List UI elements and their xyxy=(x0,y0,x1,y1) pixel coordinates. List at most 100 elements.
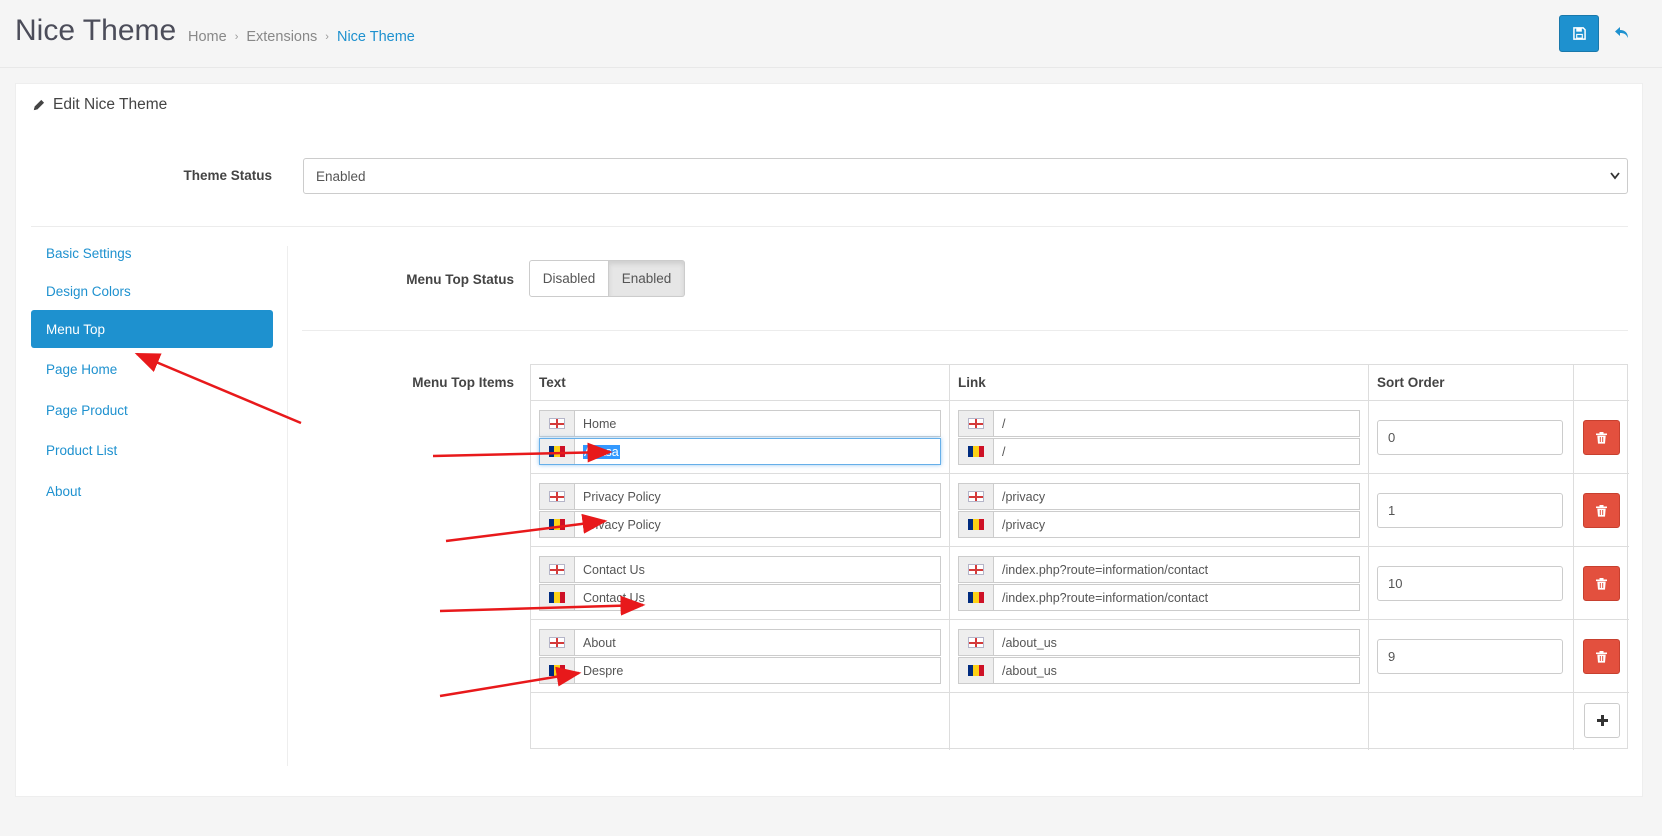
flag-box xyxy=(540,658,575,683)
flag-box xyxy=(959,411,994,436)
flag-uk-icon xyxy=(968,564,984,575)
text-ro-input[interactable]: Despre xyxy=(539,657,941,684)
flag-uk-icon xyxy=(968,637,984,648)
sidebar-item-menu-top[interactable]: Menu Top xyxy=(31,310,273,348)
input-value: Contact Us xyxy=(583,562,645,577)
link-ro-input[interactable]: /privacy xyxy=(958,511,1360,538)
link-ro-input[interactable]: /about_us xyxy=(958,657,1360,684)
row-divider xyxy=(531,546,1629,547)
status-disabled-button[interactable]: Disabled xyxy=(529,260,609,297)
row-divider xyxy=(531,473,1629,474)
input-value: Privacy Policy xyxy=(583,489,661,504)
sidebar-item-design-colors[interactable]: Design Colors xyxy=(31,272,273,310)
trash-icon xyxy=(1596,650,1607,663)
link-en-input[interactable]: / xyxy=(958,410,1360,437)
save-button[interactable] xyxy=(1559,15,1599,52)
flag-uk-icon xyxy=(968,418,984,429)
flag-box xyxy=(959,557,994,582)
sort-order-input[interactable]: 1 xyxy=(1377,493,1563,528)
input-value: /index.php?route=information/contact xyxy=(1002,590,1209,605)
input-value: Acasa xyxy=(575,439,940,464)
sidebar-divider xyxy=(287,246,288,766)
delete-row-button[interactable] xyxy=(1583,566,1620,601)
link-en-input[interactable]: /about_us xyxy=(958,629,1360,656)
save-icon xyxy=(1572,27,1586,40)
input-value: /about_us xyxy=(1002,635,1057,650)
flag-box xyxy=(959,630,994,655)
breadcrumb-extensions[interactable]: Extensions xyxy=(246,29,317,45)
row-divider xyxy=(531,400,1629,401)
input-value: /index.php?route=information/contact xyxy=(1002,562,1209,577)
pencil-icon xyxy=(33,99,45,110)
delete-row-button[interactable] xyxy=(1583,420,1620,455)
input-value: /about_us xyxy=(1002,663,1057,678)
text-en-input[interactable]: Privacy Policy xyxy=(539,483,941,510)
flag-uk-icon xyxy=(968,491,984,502)
breadcrumb-current[interactable]: Nice Theme xyxy=(337,29,415,45)
flag-box xyxy=(959,658,994,683)
sidebar-item-page-home[interactable]: Page Home xyxy=(31,350,273,388)
theme-status-value: Enabled xyxy=(316,168,366,184)
sidebar-item-product-list[interactable]: Product List xyxy=(31,431,273,469)
back-button[interactable] xyxy=(1611,20,1633,46)
text-en-input[interactable]: About xyxy=(539,629,941,656)
input-value: / xyxy=(1002,416,1006,431)
status-enabled-button[interactable]: Enabled xyxy=(609,260,685,297)
flag-ro-icon xyxy=(549,446,565,457)
trash-icon xyxy=(1596,431,1607,444)
page-title: Nice Theme xyxy=(15,14,177,47)
flag-uk-icon xyxy=(549,418,565,429)
selected-text: Acasa xyxy=(583,444,620,459)
sidebar-item-about[interactable]: About xyxy=(31,472,273,510)
flag-box xyxy=(540,512,575,537)
trash-icon xyxy=(1596,577,1607,590)
panel-heading: Edit Nice Theme xyxy=(32,96,167,114)
flag-uk-icon xyxy=(549,491,565,502)
flag-uk-icon xyxy=(549,564,565,575)
input-value: / xyxy=(1002,444,1006,459)
input-value: Privacy Policy xyxy=(583,517,661,532)
menu-top-status-toggle: Disabled Enabled xyxy=(529,260,685,297)
column-header-sort-order: Sort Order xyxy=(1377,375,1445,390)
delete-row-button[interactable] xyxy=(1583,493,1620,528)
edit-panel: Edit Nice Theme Theme Status Enabled Bas… xyxy=(15,83,1643,797)
sort-order-input[interactable]: 10 xyxy=(1377,566,1563,601)
breadcrumb-home[interactable]: Home xyxy=(188,29,227,45)
panel-title: Edit Nice Theme xyxy=(53,96,168,113)
link-en-input[interactable]: /privacy xyxy=(958,483,1360,510)
divider xyxy=(31,226,1628,227)
text-ro-input[interactable]: Acasa xyxy=(539,438,941,465)
link-ro-input[interactable]: / xyxy=(958,438,1360,465)
row-divider xyxy=(531,619,1629,620)
sort-order-input[interactable]: 0 xyxy=(1377,420,1563,455)
sidebar-item-page-product[interactable]: Page Product xyxy=(31,391,273,429)
theme-status-select[interactable]: Enabled xyxy=(303,158,1628,194)
link-en-input[interactable]: /index.php?route=information/contact xyxy=(958,556,1360,583)
flag-box xyxy=(540,630,575,655)
flag-ro-icon xyxy=(968,665,984,676)
sidebar-item-basic-settings[interactable]: Basic Settings xyxy=(31,234,273,272)
text-en-input[interactable]: Home xyxy=(539,410,941,437)
text-ro-input[interactable]: Contact Us xyxy=(539,584,941,611)
text-ro-input[interactable]: Privacy Policy xyxy=(539,511,941,538)
column-header-link: Link xyxy=(958,375,986,390)
input-value: /privacy xyxy=(1002,489,1046,504)
sort-order-input[interactable]: 9 xyxy=(1377,639,1563,674)
flag-ro-icon xyxy=(968,446,984,457)
input-value: Home xyxy=(583,416,617,431)
chevron-down-icon xyxy=(1610,172,1620,180)
flag-box xyxy=(959,585,994,610)
theme-status-label: Theme Status xyxy=(183,168,272,183)
flag-box xyxy=(540,557,575,582)
flag-box xyxy=(540,439,575,464)
flag-ro-icon xyxy=(968,519,984,530)
column-header-text: Text xyxy=(539,375,566,390)
add-row-button[interactable] xyxy=(1584,703,1620,738)
delete-row-button[interactable] xyxy=(1583,639,1620,674)
flag-box xyxy=(959,484,994,509)
input-value: Contact Us xyxy=(583,590,645,605)
flag-box xyxy=(540,484,575,509)
flag-uk-icon xyxy=(549,637,565,648)
text-en-input[interactable]: Contact Us xyxy=(539,556,941,583)
link-ro-input[interactable]: /index.php?route=information/contact xyxy=(958,584,1360,611)
